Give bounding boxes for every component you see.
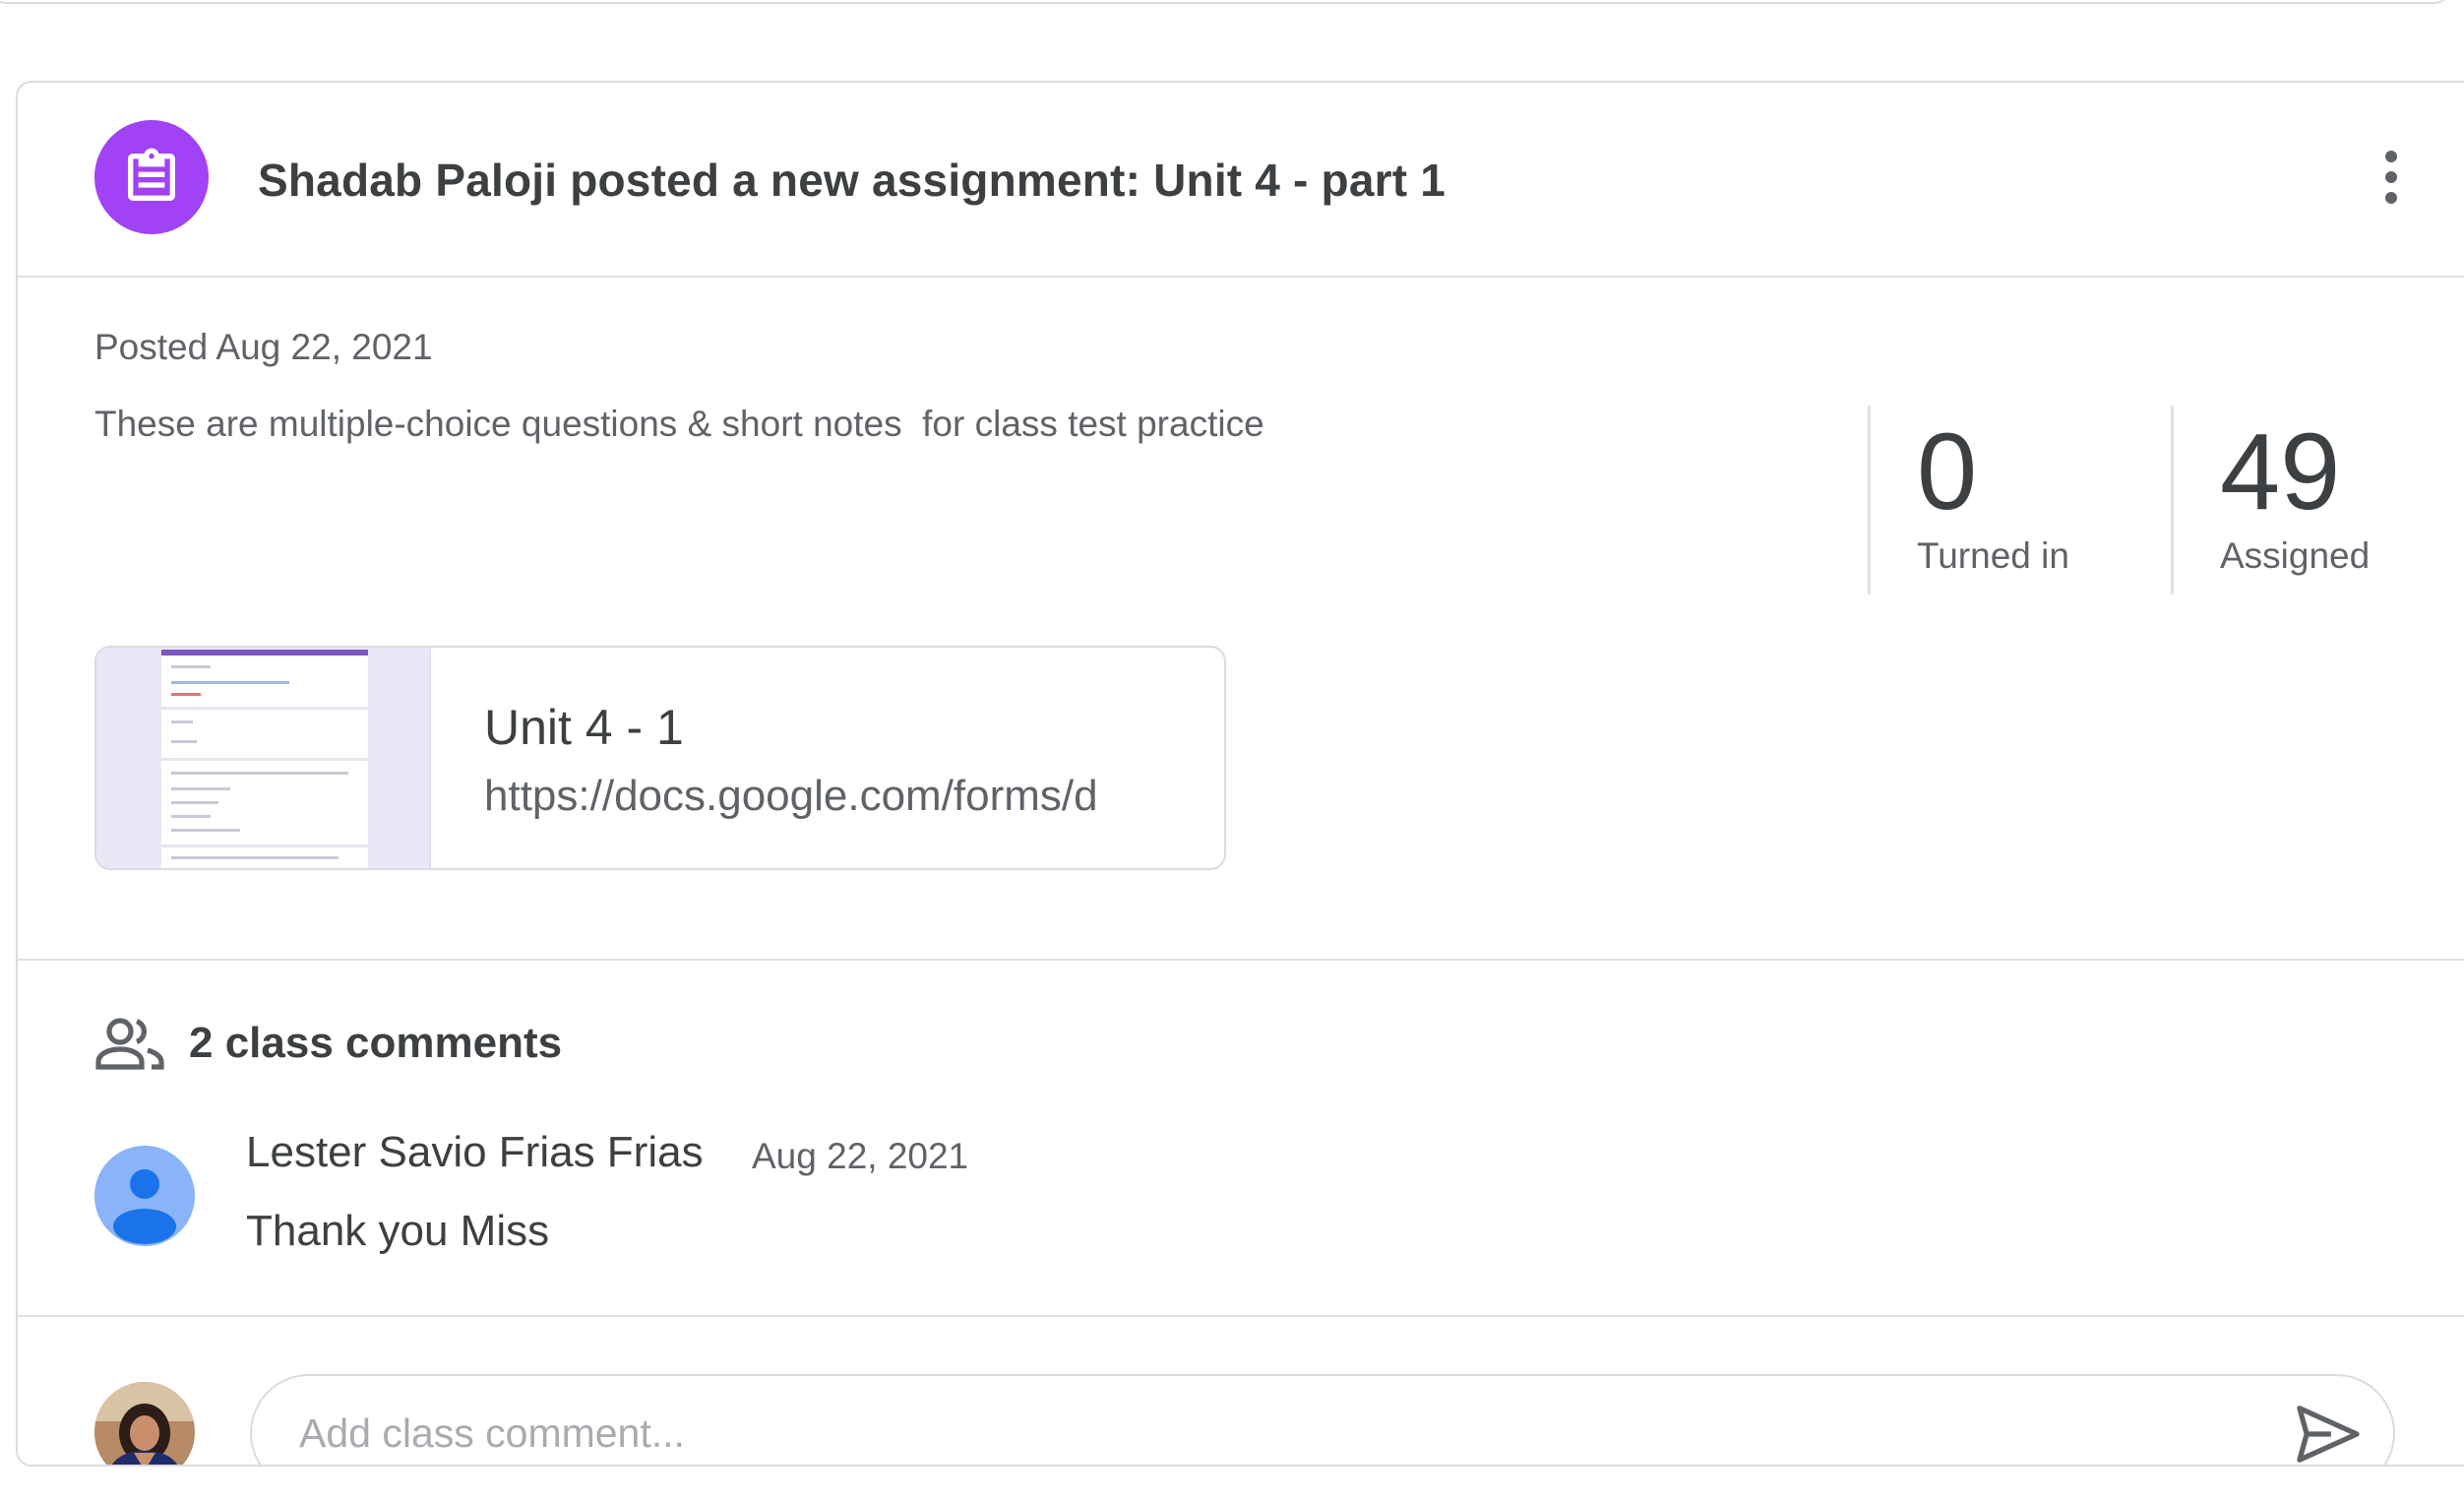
profile-photo-icon [94,1382,195,1465]
more-options-button[interactable] [2360,146,2423,209]
assignment-description: These are multiple-choice questions & sh… [94,404,1264,444]
comment-text: Thank you Miss [246,1207,550,1255]
form-thumbnail [96,648,431,868]
avatar[interactable] [94,1146,195,1246]
default-user-icon [94,1146,195,1246]
previous-card-edge [0,0,2450,4]
assignment-card: Shadab Paloji posted a new assignment: U… [16,81,2464,1467]
more-vert-icon [2385,151,2397,204]
turned-in-stat[interactable]: 0 Turned in [1917,413,2069,577]
posted-date: Posted Aug 22, 2021 [94,327,433,367]
assigned-stat[interactable]: 49 Assigned [2220,413,2370,577]
form-attachment[interactable]: Unit 4 - 1 https://docs.google.com/forms… [94,646,1226,870]
assignment-icon [94,120,209,234]
add-class-comment-input[interactable] [250,1374,2395,1465]
comment-date: Aug 22, 2021 [752,1136,969,1176]
form-thumbnail-page [161,650,368,868]
class-comments: 2 class comments Lester Savio Frias Fria… [18,961,2464,1317]
comments-count: 2 class comments [189,1019,563,1067]
send-icon [2297,1406,2360,1463]
comment-author[interactable]: Lester Savio Frias Frias [246,1128,704,1177]
comment-composer [18,1317,2464,1465]
send-comment-button[interactable] [2291,1400,2366,1465]
attachment-title[interactable]: Unit 4 - 1 [484,699,684,756]
turned-in-count: 0 [1917,411,1978,532]
assigned-label: Assigned [2220,535,2371,576]
class-comments-toggle[interactable]: 2 class comments [94,1016,562,1071]
assigned-count: 49 [2220,411,2341,532]
turned-in-label: Turned in [1917,535,2069,576]
assignment-details: Posted Aug 22, 2021 These are multiple-c… [18,278,2464,961]
current-user-avatar[interactable] [94,1382,195,1465]
card-header[interactable]: Shadab Paloji posted a new assignment: U… [18,83,2464,278]
assignment-title[interactable]: Shadab Paloji posted a new assignment: U… [258,154,1446,207]
people-icon [95,1018,164,1070]
attachment-url[interactable]: https://docs.google.com/forms/d [484,772,1149,821]
stat-divider [2171,406,2174,594]
stat-divider [1868,406,1871,594]
